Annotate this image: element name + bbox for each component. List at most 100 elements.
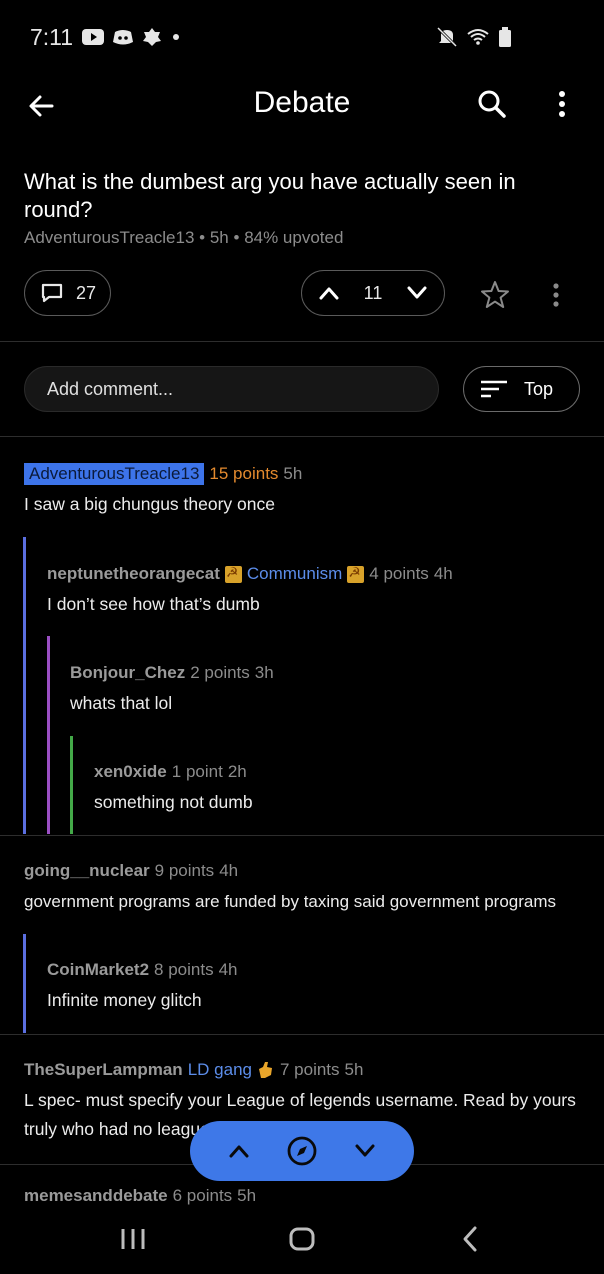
- comment-navigation-fab: [190, 1121, 414, 1181]
- meta-separator: •: [199, 228, 210, 247]
- comment-points: 8 points: [154, 960, 214, 979]
- user-flair: Communism: [246, 564, 343, 583]
- divider: [0, 835, 604, 836]
- comment-points: 7 points: [279, 1060, 340, 1079]
- post-title[interactable]: What is the dumbest arg you have actuall…: [24, 168, 574, 224]
- comment-points: 6 points: [172, 1188, 233, 1205]
- status-bar: 7:11: [0, 0, 604, 78]
- comment[interactable]: AdventurousTreacle13 15 points 5h I saw …: [24, 462, 584, 519]
- downvote-icon[interactable]: [406, 285, 428, 301]
- flair-hammer-sickle-icon: [347, 564, 365, 583]
- comments-button[interactable]: 27: [24, 270, 111, 316]
- sort-label: Top: [524, 378, 554, 399]
- badge-icon: [143, 28, 161, 46]
- compass-icon[interactable]: [285, 1134, 319, 1168]
- sort-button[interactable]: Top: [463, 366, 580, 412]
- wifi-icon: [467, 29, 489, 45]
- post-actions: 27 11: [0, 270, 604, 318]
- comment-author[interactable]: xen0xide: [94, 762, 167, 782]
- dot-icon: [173, 34, 179, 40]
- status-icons-right: [436, 26, 512, 48]
- app-bar: Debate: [0, 78, 604, 134]
- divider: [0, 341, 604, 342]
- comment-header: CoinMarket2 8 points 4h: [47, 958, 577, 982]
- page-title: Debate: [253, 86, 351, 119]
- comment-body: whats that lol: [70, 693, 173, 713]
- add-comment-placeholder: Add comment...: [47, 378, 174, 399]
- comment-header: going__nuclear 9 points 4h: [24, 859, 594, 883]
- post-upvoted: 84% upvoted: [244, 228, 344, 247]
- sort-icon: [481, 380, 507, 398]
- mute-icon: [436, 26, 458, 48]
- comment[interactable]: memesanddebate 6 points 5h: [24, 1188, 580, 1206]
- comment-age: 5h: [344, 1060, 364, 1079]
- comment-body: I saw a big chungus theory once: [24, 494, 275, 514]
- comment-author[interactable]: going__nuclear: [24, 861, 150, 881]
- post-age: 5h: [209, 228, 229, 247]
- next-comment-icon[interactable]: [353, 1142, 377, 1160]
- comment-age: 5h: [283, 464, 303, 483]
- comment-points: 15 points: [209, 464, 279, 483]
- comment[interactable]: CoinMarket2 8 points 4h Infinite money g…: [47, 958, 577, 1015]
- comment-age: 3h: [254, 663, 274, 682]
- comment-author[interactable]: neptunetheorangecat: [47, 564, 220, 584]
- upvote-icon[interactable]: [318, 285, 340, 301]
- comment-author-op[interactable]: AdventurousTreacle13: [24, 463, 205, 485]
- youtube-icon: [82, 29, 104, 45]
- thread-line-depth-3[interactable]: [70, 736, 73, 834]
- comment-author[interactable]: memesanddebate: [24, 1188, 168, 1206]
- comment[interactable]: neptunetheorangecat Communism 4 points 4…: [47, 562, 577, 619]
- divider: [0, 436, 604, 437]
- flair-hand-icon: [258, 1062, 272, 1078]
- comment-age: 4h: [433, 564, 453, 583]
- post-meta: AdventurousTreacle13 • 5h • 84% upvoted: [24, 228, 343, 248]
- divider: [0, 1034, 604, 1035]
- comment[interactable]: Bonjour_Chez 2 points 3h whats that lol: [70, 661, 570, 718]
- discord-icon: [113, 30, 133, 45]
- comment-age: 4h: [218, 960, 238, 979]
- comment-count: 27: [76, 282, 97, 303]
- comment-header: Bonjour_Chez 2 points 3h: [70, 661, 570, 685]
- comment-header: memesanddebate 6 points 5h: [24, 1188, 580, 1206]
- comment-header: xen0xide 1 point 2h: [94, 760, 574, 784]
- thread-line-depth-1[interactable]: [23, 934, 26, 1033]
- comment-header: AdventurousTreacle13 15 points 5h: [24, 462, 584, 486]
- post-author[interactable]: AdventurousTreacle13: [24, 228, 194, 247]
- system-navigation-bar: [0, 1210, 604, 1274]
- add-comment-input[interactable]: Add comment...: [24, 366, 439, 412]
- flair-hammer-sickle-icon: [224, 564, 242, 583]
- post-more-icon[interactable]: [548, 282, 564, 308]
- comment[interactable]: going__nuclear 9 points 4h government pr…: [24, 859, 594, 916]
- comment-age: 4h: [219, 861, 239, 880]
- battery-icon: [499, 27, 511, 47]
- comment-body: I don’t see how that’s dumb: [47, 594, 260, 614]
- comment-header: TheSuperLampman LD gang 7 points 5h: [24, 1058, 580, 1082]
- recent-apps-icon[interactable]: [120, 1224, 146, 1254]
- status-icons-left: [82, 27, 182, 47]
- user-flair: LD gang: [187, 1060, 252, 1079]
- comment-age: 2h: [227, 762, 247, 781]
- status-time: 7:11: [30, 24, 74, 50]
- comment-author[interactable]: CoinMarket2: [47, 960, 149, 980]
- home-icon[interactable]: [287, 1224, 317, 1254]
- comment[interactable]: xen0xide 1 point 2h something not dumb: [94, 760, 574, 817]
- post-score: 11: [363, 282, 383, 303]
- vote-control: 11: [301, 270, 445, 316]
- back-nav-icon[interactable]: [459, 1224, 481, 1254]
- comment-body: Infinite money glitch: [47, 990, 202, 1010]
- comment-header: neptunetheorangecat Communism 4 points 4…: [47, 562, 577, 586]
- more-vertical-icon[interactable]: [550, 86, 574, 122]
- search-icon[interactable]: [474, 86, 510, 122]
- comment-bubble-icon: [41, 283, 63, 303]
- comment-author[interactable]: Bonjour_Chez: [70, 663, 185, 683]
- star-icon[interactable]: [480, 280, 510, 310]
- comment-points: 2 points: [190, 663, 250, 682]
- thread-line-depth-2[interactable]: [47, 636, 50, 834]
- comment-points: 4 points: [369, 564, 429, 583]
- comment-body: something not dumb: [94, 792, 253, 812]
- thread-line-depth-1[interactable]: [23, 537, 26, 834]
- comment-author[interactable]: TheSuperLampman: [24, 1060, 183, 1080]
- previous-comment-icon[interactable]: [227, 1142, 251, 1160]
- meta-separator: •: [233, 228, 245, 247]
- comment-points: 1 point: [171, 762, 223, 781]
